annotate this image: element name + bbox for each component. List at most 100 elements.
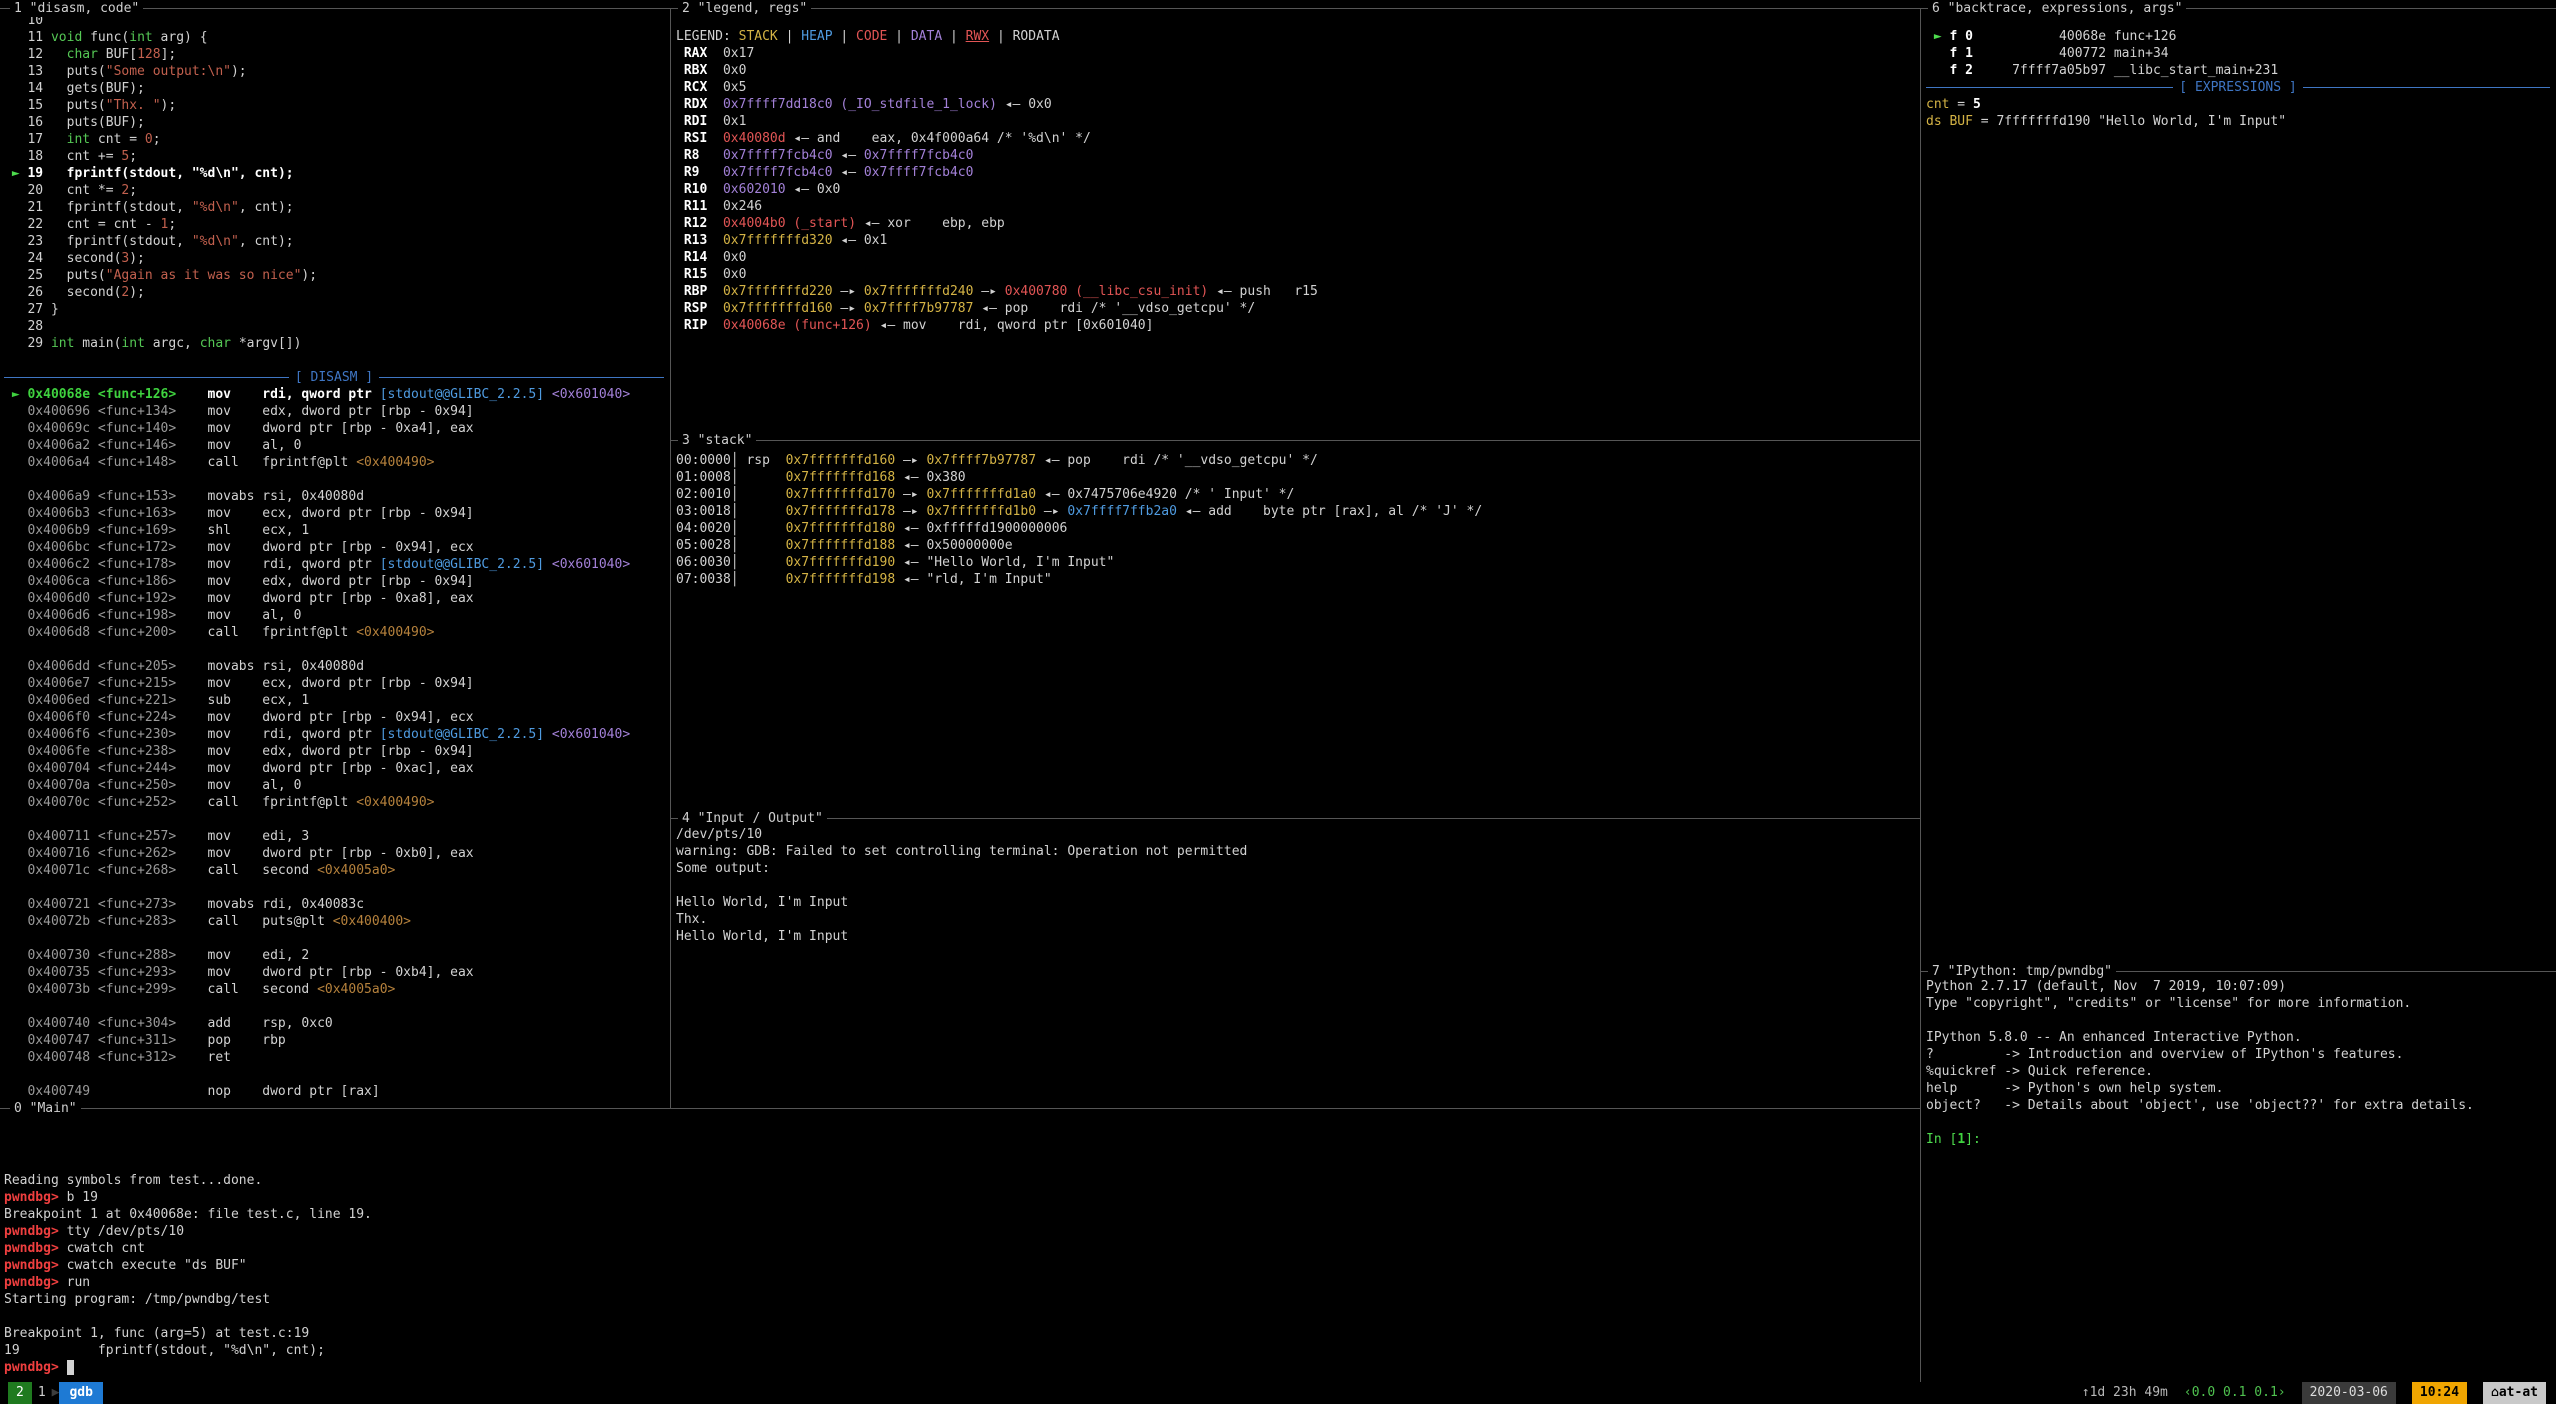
- border-io-top: [670, 818, 1920, 819]
- text-segment: <0x601040>: [552, 387, 630, 402]
- terminal-line: [4, 930, 664, 947]
- text-segment: —▸: [833, 284, 864, 299]
- terminal-line: 13 puts("Some output:\n");: [4, 63, 664, 80]
- terminal-line: Thx.: [676, 911, 1916, 928]
- terminal-line: 02:0010│ 0x7fffffffd170 —▸ 0x7fffffffd1a…: [676, 486, 1916, 503]
- text-segment: 0x400780 (__libc_csu_init): [1005, 284, 1209, 299]
- text-segment: mov dword ptr [rbp - 0xa4], eax: [176, 421, 473, 436]
- status-right: ↑1d 23h 49m ‹0.0 0.1 0.1› 2020-03-06 10:…: [2066, 1382, 2556, 1404]
- text-segment: ◂— 0x50000000e: [895, 538, 1012, 553]
- pane-title-ipython[interactable]: 7 "IPython: tmp/pwndbg": [1928, 963, 2116, 980]
- text-segment: mov al, 0: [176, 778, 301, 793]
- text-segment: 22 cnt = cnt -: [4, 217, 161, 232]
- text-segment: ◂—: [833, 148, 864, 163]
- pane-backtrace-expressions[interactable]: ► f 0 40068e func+126 f 1 400772 main+34…: [1926, 28, 2550, 958]
- pane-title-backtrace[interactable]: 6 "backtrace, expressions, args": [1928, 0, 2186, 17]
- terminal-line: 0x400704 <func+244> mov dword ptr [rbp -…: [4, 760, 664, 777]
- text-segment: sub ecx, 1: [176, 693, 309, 708]
- terminal-line: R8 0x7ffff7fcb4c0 ◂— 0x7ffff7fcb4c0: [676, 147, 1916, 164]
- text-segment: ◂— "Hello World, I'm Input": [895, 555, 1114, 570]
- terminal-line: Breakpoint 1, func (arg=5) at test.c:19: [4, 1325, 1914, 1342]
- terminal-cursor: [67, 1360, 75, 1375]
- text-segment: 1: [1957, 1132, 1965, 1147]
- text-segment: ◂— pop rdi /* '__vdso_getcpu' */: [1036, 453, 1318, 468]
- terminal-line: R11 0x246: [676, 198, 1916, 215]
- text-segment: pwndbg>: [4, 1258, 67, 1273]
- text-segment: pwndbg>: [4, 1190, 67, 1205]
- text-segment: R12: [676, 216, 723, 231]
- terminal-line: 0x400711 <func+257> mov edi, 3: [4, 828, 664, 845]
- terminal-line: 00:0000│ rsp 0x7fffffffd160 —▸ 0x7ffff7b…: [676, 452, 1916, 469]
- text-segment: call second: [176, 982, 317, 997]
- text-segment: —▸: [895, 453, 926, 468]
- text-segment: );: [129, 285, 145, 300]
- terminal-line: 0x4006b9 <func+169> shl ecx, 1: [4, 522, 664, 539]
- text-segment: ;: [129, 149, 137, 164]
- tmux-window-index[interactable]: 1: [32, 1382, 52, 1404]
- terminal-line: 0x4006d0 <func+192> mov dword ptr [rbp -…: [4, 590, 664, 607]
- terminal-line: 0x4006bc <func+172> mov dword ptr [rbp -…: [4, 539, 664, 556]
- text-segment: |: [833, 29, 856, 44]
- pane-title-disasm[interactable]: 1 "disasm, code": [10, 0, 143, 17]
- text-segment: <0x400490>: [356, 795, 434, 810]
- text-segment: 0: [145, 132, 153, 147]
- terminal-line: pwndbg> run: [4, 1274, 1914, 1291]
- text-segment: —▸: [895, 487, 926, 502]
- text-segment: 0x400749: [4, 1084, 176, 1099]
- text-segment: mov dword ptr [rbp - 0xac], eax: [176, 761, 473, 776]
- text-segment: Breakpoint 1, func (arg=5) at test.c:19: [4, 1326, 309, 1341]
- text-segment: , cnt);: [239, 234, 294, 249]
- pane-title-regs[interactable]: 2 "legend, regs": [678, 0, 811, 17]
- text-segment: ret: [176, 1050, 262, 1065]
- text-segment: int: [129, 30, 152, 45]
- terminal-line: 25 puts("Again as it was so nice");: [4, 267, 664, 284]
- text-segment: 0x7fffffffd170: [786, 487, 896, 502]
- pane-disasm-code[interactable]: 10 11 void func(int arg) { 12 char BUF[1…: [4, 12, 664, 1100]
- terminal-line: 0x400749 nop dword ptr [rax]: [4, 1083, 664, 1100]
- pane-stack[interactable]: 00:0000│ rsp 0x7fffffffd160 —▸ 0x7ffff7b…: [676, 452, 1916, 802]
- pane-ipython[interactable]: Python 2.7.17 (default, Nov 7 2019, 10:0…: [1926, 978, 2550, 1378]
- text-segment: 24 second(: [4, 251, 121, 266]
- text-segment: 0x40069c <func+140>: [4, 421, 176, 436]
- terminal-line: Some output:: [676, 860, 1916, 877]
- terminal-line: 28: [4, 318, 664, 335]
- text-segment: In [: [1926, 1132, 1957, 1147]
- text-segment: 0x7ffff7dd18c0 (_IO_stdfile_1_lock): [723, 97, 997, 112]
- pane-title-stack[interactable]: 3 "stack": [678, 432, 756, 449]
- terminal-line: 0x40073b <func+299> call second <0x4005a…: [4, 981, 664, 998]
- terminal-line: [1926, 1012, 2550, 1029]
- text-segment: 0x400748 <func+312>: [4, 1050, 176, 1065]
- tmux-session-badge[interactable]: 2: [8, 1382, 32, 1404]
- text-segment: 21 fprintf(stdout,: [4, 200, 192, 215]
- text-segment: <0x601040>: [552, 557, 630, 572]
- pane-title-io[interactable]: 4 "Input / Output": [678, 810, 827, 827]
- text-segment: pwndbg>: [4, 1275, 67, 1290]
- terminal-line: 0x4006f0 <func+224> mov dword ptr [rbp -…: [4, 709, 664, 726]
- terminal-line: In [1]:: [1926, 1131, 2550, 1148]
- terminal-line: Hello World, I'm Input: [676, 894, 1916, 911]
- pane-legend-regs[interactable]: LEGEND: STACK | HEAP | CODE | DATA | RWX…: [676, 28, 1916, 424]
- terminal-line: warning: GDB: Failed to set controlling …: [676, 843, 1916, 860]
- text-segment: 01:0008│: [676, 470, 786, 485]
- text-segment: f 2: [1949, 63, 1972, 78]
- tmux-status-bar: 2 1 ▶ gdb ↑1d 23h 49m ‹0.0 0.1 0.1› 2020…: [0, 1382, 2556, 1404]
- text-segment: 0x7fffffffd220: [723, 284, 833, 299]
- terminal-line: 18 cnt += 5;: [4, 148, 664, 165]
- terminal-line: 0x4006d8 <func+200> call fprintf@plt <0x…: [4, 624, 664, 641]
- pane-input-output[interactable]: /dev/pts/10warning: GDB: Failed to set c…: [676, 826, 1916, 1096]
- text-segment: 0x4006dd <func+205>: [4, 659, 176, 674]
- text-segment: Starting program: /tmp/pwndbg/test: [4, 1292, 278, 1307]
- terminal-line: pwndbg>: [4, 1359, 1914, 1376]
- pane-title-main[interactable]: 0 "Main": [10, 1100, 81, 1117]
- text-segment: [1926, 46, 1949, 61]
- text-segment: Hello World, I'm Input: [676, 895, 848, 910]
- tmux-window-name-gdb[interactable]: gdb: [59, 1382, 102, 1404]
- text-segment: 0x400721 <func+273>: [4, 897, 176, 912]
- text-segment: —▸: [895, 504, 926, 519]
- text-segment: shl ecx, 1: [176, 523, 309, 538]
- border-stack-top: [670, 440, 1920, 441]
- text-segment: ◂— add byte ptr [rax], al /* 'J' */: [1177, 504, 1482, 519]
- text-segment: 0x7ffff7fcb4c0: [864, 148, 974, 163]
- terminal-line: 26 second(2);: [4, 284, 664, 301]
- pane-main-gdb[interactable]: Reading symbols from test...done.pwndbg>…: [4, 1172, 1914, 1378]
